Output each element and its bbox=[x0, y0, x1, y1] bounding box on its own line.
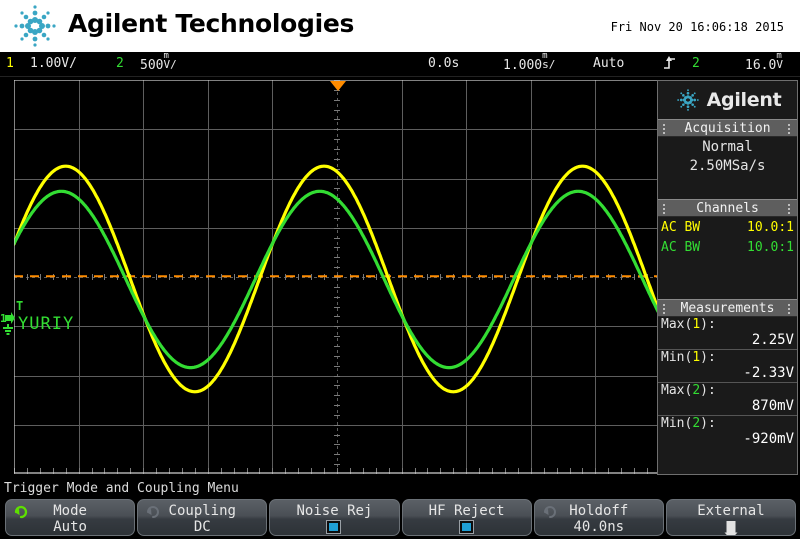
acquisition-rate: 2.50MSa/s bbox=[689, 158, 766, 174]
sidebar-logo-text: Agilent bbox=[706, 89, 782, 111]
measurements-title: Measurements bbox=[680, 300, 775, 316]
measurements-section: Measurements Max(1): 2.25V Min(1): -2.33… bbox=[658, 299, 797, 450]
brand-title: Agilent Technologies bbox=[68, 9, 355, 38]
acquisition-mode: Normal bbox=[702, 139, 753, 155]
grip-icon bbox=[788, 304, 792, 314]
channel-row[interactable]: AC BW 10.0:1 bbox=[658, 238, 797, 258]
waveform-display-area[interactable]: T 1 YURIY bbox=[0, 77, 660, 477]
grip-icon bbox=[788, 204, 792, 214]
left-marker-rail bbox=[0, 77, 14, 477]
app-header: Agilent Technologies Fri Nov 20 16:06:18… bbox=[0, 0, 800, 52]
channel-ground-marker[interactable]: 1 bbox=[0, 310, 16, 340]
measurement-label: Max(2): bbox=[661, 383, 716, 398]
measurements-header[interactable]: Measurements bbox=[658, 299, 797, 317]
trigger-level-value: 16.0 bbox=[745, 58, 777, 73]
measurement-label: Max(1): bbox=[661, 317, 716, 332]
softkey-holdoff[interactable]: Holdoff 40.0ns bbox=[533, 499, 664, 536]
timebase-label[interactable]: 1.000 m s/ bbox=[503, 51, 556, 74]
ch1-indicator[interactable]: 1 bbox=[6, 56, 14, 71]
measurement-item[interactable]: Min(2): -920mV bbox=[658, 416, 797, 448]
measurement-item[interactable]: Min(1): -2.33V bbox=[658, 350, 797, 383]
ch1-probe-ratio: 10.0:1 bbox=[747, 220, 794, 235]
softkey-bar: Mode Auto Coupling DC Noise Rej HF Rejec… bbox=[0, 499, 800, 539]
acquisition-title: Acquisition bbox=[684, 120, 771, 136]
rising-edge-icon bbox=[663, 55, 677, 75]
ch2-scale-value: 500 bbox=[140, 58, 164, 73]
info-sidebar: Agilent Acquisition Normal 2.50MSa/s Cha… bbox=[657, 80, 798, 475]
ch2-coupling-label: AC BW bbox=[661, 240, 701, 255]
measurement-value: 2.25V bbox=[751, 332, 794, 348]
timebase-value: 1.000 bbox=[503, 58, 543, 73]
channels-section: Channels AC BW 10.0:1 AC BW 10.0:1 bbox=[658, 199, 797, 260]
acquisition-section: Acquisition Normal 2.50MSa/s bbox=[658, 119, 797, 178]
delay-label[interactable]: 0.0s bbox=[428, 56, 459, 71]
grip-icon bbox=[663, 304, 667, 314]
ch2-scale-unit: m V/ bbox=[163, 51, 177, 71]
datetime-label: Fri Nov 20 16:06:18 2015 bbox=[610, 20, 784, 34]
channels-body: AC BW 10.0:1 AC BW 10.0:1 bbox=[658, 217, 797, 260]
trigger-level-label[interactable]: 16.0 m V bbox=[745, 51, 785, 74]
trigger-source-label[interactable]: 2 bbox=[692, 56, 700, 71]
acquisition-header[interactable]: Acquisition bbox=[658, 119, 797, 137]
graticule[interactable] bbox=[14, 80, 660, 474]
softkey-mode-value: Auto bbox=[53, 519, 87, 535]
softkey-noise-rej-label: Noise Rej bbox=[296, 503, 373, 519]
channels-header[interactable]: Channels bbox=[658, 199, 797, 217]
trigger-mode-label[interactable]: Auto bbox=[593, 56, 624, 71]
softkey-mode[interactable]: Mode Auto bbox=[5, 499, 136, 536]
measurement-item[interactable]: Max(2): 870mV bbox=[658, 383, 797, 416]
softkey-holdoff-value: 40.0ns bbox=[573, 519, 625, 535]
channel-row[interactable]: AC BW 10.0:1 bbox=[658, 218, 797, 238]
ch2-scale-label[interactable]: 500 m V/ bbox=[140, 51, 177, 74]
softkey-noise-rej[interactable]: Noise Rej bbox=[269, 499, 400, 536]
ch1-scale-label[interactable]: 1.00V/ bbox=[30, 56, 77, 71]
acquisition-body: Normal 2.50MSa/s bbox=[658, 137, 797, 178]
down-arrow-icon[interactable] bbox=[716, 516, 746, 539]
measurement-value: -2.33V bbox=[743, 365, 794, 381]
ch1-coupling-label: AC BW bbox=[661, 220, 701, 235]
softkey-coupling-value: DC bbox=[193, 519, 211, 535]
menu-title: Trigger Mode and Coupling Menu bbox=[4, 481, 239, 496]
softkey-coupling-label: Coupling bbox=[168, 503, 236, 519]
measurement-label: Min(2): bbox=[661, 416, 716, 431]
softkey-holdoff-label: Holdoff bbox=[569, 503, 629, 519]
softkey-external[interactable]: External bbox=[665, 499, 797, 539]
softkey-hf-reject-label: HF Reject bbox=[428, 503, 505, 519]
oscilloscope-screen: Agilent Technologies Fri Nov 20 16:06:18… bbox=[0, 0, 800, 539]
measurement-value: -920mV bbox=[743, 431, 794, 447]
measurement-label: Min(1): bbox=[661, 350, 716, 365]
softkey-hf-reject[interactable]: HF Reject bbox=[401, 499, 532, 536]
ch2-probe-ratio: 10.0:1 bbox=[747, 240, 794, 255]
measurement-item[interactable]: Max(1): 2.25V bbox=[658, 317, 797, 350]
softkey-external-label: External bbox=[697, 503, 765, 519]
grip-icon bbox=[788, 124, 792, 134]
waveform-label: YURIY bbox=[18, 314, 75, 334]
measurement-value: 870mV bbox=[751, 398, 794, 414]
agilent-star-icon bbox=[8, 3, 62, 49]
checkbox-checked-icon[interactable] bbox=[458, 520, 474, 534]
softkey-coupling[interactable]: Coupling DC bbox=[137, 499, 268, 536]
measurements-body: Max(1): 2.25V Min(1): -2.33V Max(2): 870… bbox=[658, 317, 797, 450]
timebase-unit: m s/ bbox=[542, 51, 556, 71]
softkey-mode-label: Mode bbox=[53, 503, 87, 519]
channels-title: Channels bbox=[696, 200, 759, 216]
sidebar-brand: Agilent bbox=[658, 81, 797, 119]
trigger-position-icon[interactable] bbox=[329, 77, 347, 96]
checkbox-checked-icon[interactable] bbox=[326, 520, 342, 534]
grip-icon bbox=[663, 124, 667, 134]
ch2-indicator[interactable]: 2 bbox=[116, 56, 124, 71]
trigger-level-unit: mV bbox=[776, 51, 783, 71]
agilent-star-icon bbox=[674, 87, 702, 113]
status-bar: 1 1.00V/ 2 500 m V/ 0.0s 1.000 m s/ Auto 2 1… bbox=[0, 52, 800, 77]
grip-icon bbox=[663, 204, 667, 214]
trigger-level-marker[interactable]: T bbox=[16, 299, 23, 313]
